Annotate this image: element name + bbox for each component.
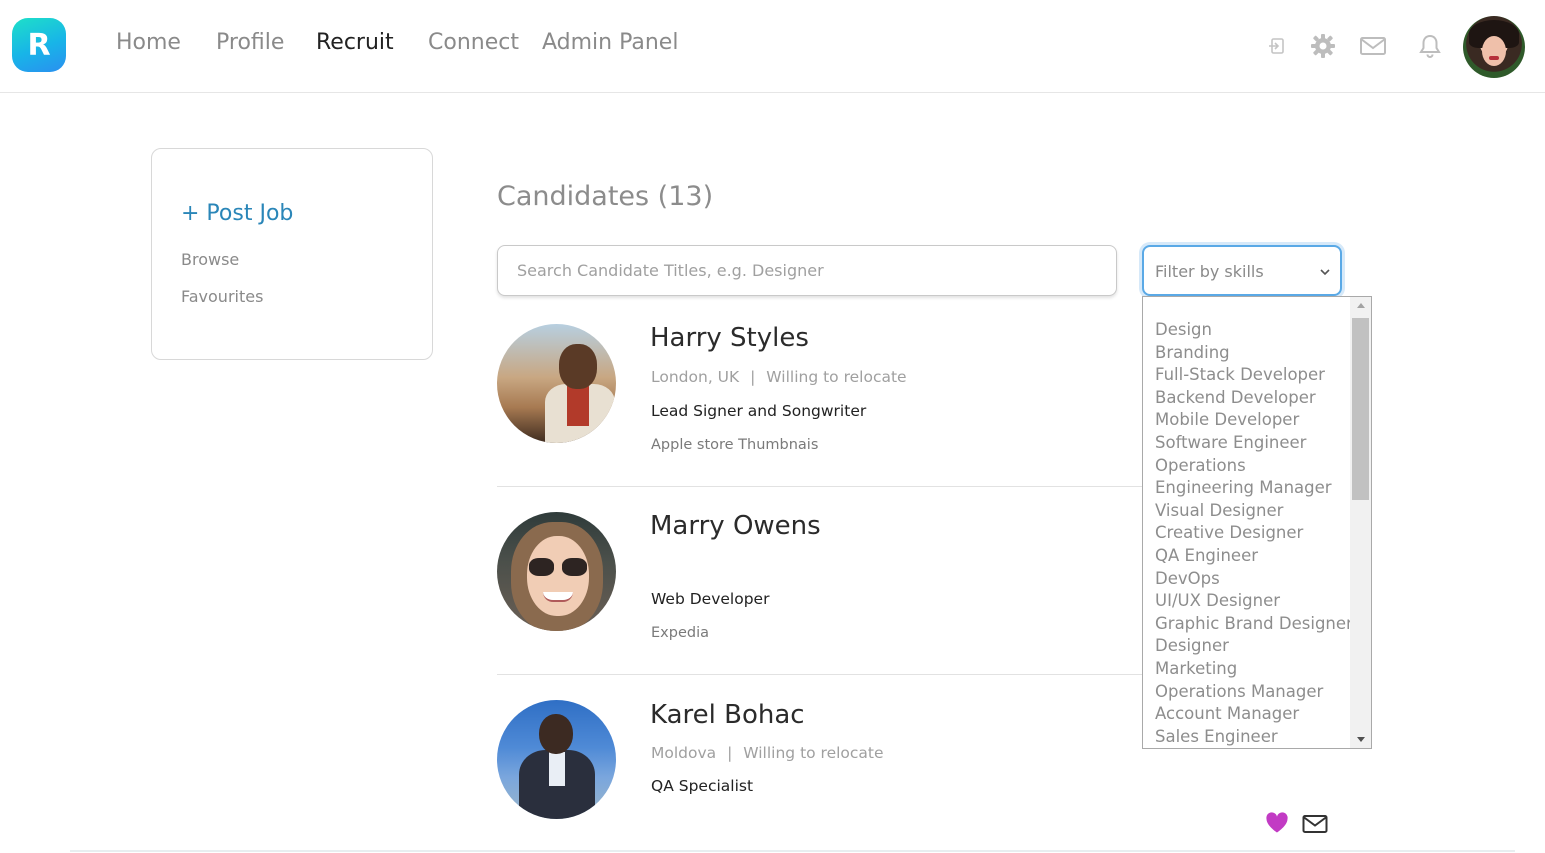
skill-option[interactable]: Designer <box>1155 635 1353 658</box>
skill-option[interactable]: Branding <box>1155 342 1353 365</box>
sign-in-icon[interactable] <box>1263 32 1291 60</box>
divider <box>497 674 1142 675</box>
nav-connect[interactable]: Connect <box>428 30 519 55</box>
skill-option[interactable]: Full-Stack Developer <box>1155 364 1353 387</box>
scrollbar-thumb[interactable] <box>1352 318 1369 500</box>
app-logo[interactable]: R <box>12 18 66 72</box>
chevron-down-icon <box>1319 263 1331 282</box>
candidate-location-line: Moldova | Willing to relocate <box>651 744 884 762</box>
candidate-photo[interactable] <box>497 324 616 443</box>
candidate-card[interactable]: Marry Owens Web Developer Expedia <box>497 511 1142 661</box>
candidate-card[interactable]: Karel Bohac Moldova | Willing to relocat… <box>497 700 1142 825</box>
skill-option[interactable]: Sales Engineer <box>1155 726 1353 748</box>
scroll-down-arrow-icon[interactable] <box>1357 737 1365 742</box>
candidate-search-input[interactable] <box>497 245 1117 296</box>
candidate-location: London, UK <box>651 368 740 386</box>
top-header: R Home Profile Recruit Connect Admin Pan… <box>0 0 1545 93</box>
skill-option[interactable]: Visual Designer <box>1155 500 1353 523</box>
candidate-relocate: Willing to relocate <box>766 368 907 386</box>
skills-options: Design Branding Full-Stack Developer Backen… <box>1155 319 1353 748</box>
candidate-relocate: Willing to relocate <box>743 744 884 762</box>
bell-icon[interactable] <box>1416 32 1444 60</box>
mail-icon[interactable] <box>1359 32 1387 60</box>
candidate-name[interactable]: Karel Bohac <box>650 700 805 730</box>
bottom-divider <box>70 850 1515 852</box>
skills-filter-select[interactable]: Filter by skills <box>1142 245 1342 296</box>
candidate-name[interactable]: Marry Owens <box>650 511 821 541</box>
sidebar-card: + Post Job Browse Favourites <box>151 148 433 360</box>
skill-option[interactable]: Marketing <box>1155 658 1353 681</box>
skills-dropdown-list[interactable]: Design Branding Full-Stack Developer Backen… <box>1142 296 1372 749</box>
user-avatar[interactable] <box>1463 16 1525 78</box>
skill-option[interactable]: Creative Designer <box>1155 522 1353 545</box>
page-title: Candidates (13) <box>497 181 714 212</box>
candidate-photo[interactable] <box>497 700 616 819</box>
post-job-link[interactable]: + Post Job <box>181 201 293 226</box>
skill-option[interactable]: Mobile Developer <box>1155 409 1353 432</box>
favourite-heart-icon[interactable] <box>1265 812 1289 838</box>
nav-profile[interactable]: Profile <box>216 30 284 55</box>
message-candidate-icon[interactable] <box>1302 814 1328 838</box>
scroll-up-arrow-icon[interactable] <box>1357 303 1365 308</box>
candidate-role: Lead Signer and Songwriter <box>651 402 867 420</box>
candidate-company: Apple store Thumbnais <box>651 437 819 453</box>
candidate-photo[interactable] <box>497 512 616 631</box>
candidate-location: Moldova <box>651 744 717 762</box>
candidate-location-line: London, UK | Willing to relocate <box>651 368 907 386</box>
skill-option[interactable]: UI/UX Designer <box>1155 590 1353 613</box>
skill-option[interactable]: DevOps <box>1155 568 1353 591</box>
gear-icon[interactable] <box>1309 32 1337 60</box>
candidate-company: Expedia <box>651 625 709 641</box>
candidate-role: Web Developer <box>651 590 770 608</box>
skill-option[interactable]: Engineering Manager <box>1155 477 1353 500</box>
skill-option[interactable]: Backend Developer <box>1155 387 1353 410</box>
skills-filter-label: Filter by skills <box>1155 262 1264 281</box>
divider <box>497 486 1142 487</box>
skill-option[interactable]: Account Manager <box>1155 703 1353 726</box>
sidebar-browse-link[interactable]: Browse <box>181 250 239 269</box>
nav-home[interactable]: Home <box>116 30 181 55</box>
dropdown-scrollbar[interactable] <box>1350 297 1371 748</box>
candidate-card[interactable]: Harry Styles London, UK | Willing to rel… <box>497 323 1142 473</box>
nav-recruit[interactable]: Recruit <box>316 30 394 55</box>
skill-option[interactable]: Software Engineer <box>1155 432 1353 455</box>
skill-option[interactable]: Design <box>1155 319 1353 342</box>
separator: | <box>727 744 733 762</box>
candidate-role: QA Specialist <box>651 777 754 795</box>
separator: | <box>750 368 756 386</box>
skill-option[interactable]: Graphic Brand Designer <box>1155 613 1353 636</box>
sidebar-favourites-link[interactable]: Favourites <box>181 287 263 306</box>
skill-option[interactable]: Operations <box>1155 455 1353 478</box>
candidate-name[interactable]: Harry Styles <box>650 323 809 353</box>
skill-option[interactable]: Operations Manager <box>1155 681 1353 704</box>
nav-admin-panel[interactable]: Admin Panel <box>542 30 678 55</box>
skill-option[interactable]: QA Engineer <box>1155 545 1353 568</box>
